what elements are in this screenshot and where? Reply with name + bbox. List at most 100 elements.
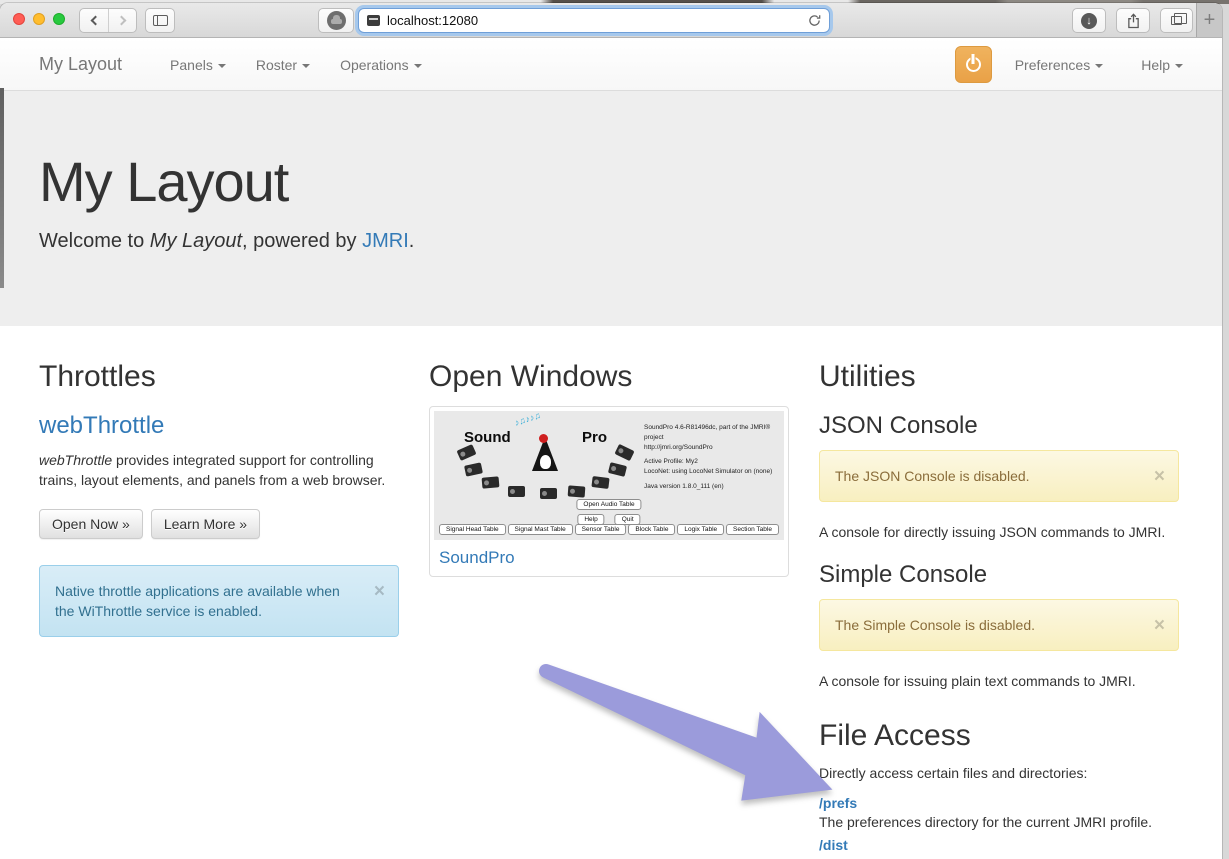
site-favicon <box>367 15 380 26</box>
speaker-icon <box>568 485 586 497</box>
background-window-edge <box>0 88 4 288</box>
close-icon[interactable]: × <box>1154 612 1165 640</box>
speaker-icon <box>608 462 627 477</box>
chevron-down-icon <box>1095 64 1103 68</box>
content-columns: Throttles webThrottle webThrottle provid… <box>24 326 1198 859</box>
speaker-icon <box>540 488 557 499</box>
download-icon: ↓ <box>1081 13 1097 29</box>
thumb-logix-table-button: Logix Table <box>677 524 724 535</box>
nav-item-operations[interactable]: Operations <box>325 57 436 73</box>
power-icon <box>966 57 981 72</box>
close-icon[interactable]: × <box>1154 463 1165 491</box>
content-blocker-extension-button[interactable] <box>318 8 354 33</box>
minimize-window-button[interactable] <box>33 13 45 25</box>
file-access-heading: File Access <box>819 719 1179 753</box>
zoom-window-button[interactable] <box>53 13 65 25</box>
navbar-right-menu: Preferences Help <box>955 46 1198 83</box>
back-button[interactable] <box>80 9 108 32</box>
soundpro-logo: ♪♫♪♪♫ Sound Pro <box>456 417 636 501</box>
thumb-open-audio-table-button: Open Audio Table <box>576 499 641 510</box>
prefs-link[interactable]: /prefs <box>819 795 1179 811</box>
utilities-heading: Utilities <box>819 360 1179 394</box>
new-tab-button[interactable]: + <box>1196 3 1222 37</box>
speaker-icon <box>456 444 476 461</box>
speaker-icon <box>614 444 634 461</box>
music-notes-icon: ♪♫♪♪♫ <box>513 411 542 428</box>
chevron-left-icon <box>91 16 101 26</box>
open-windows-column: Open Windows ♪♫♪♪♫ Sound Pro <box>414 360 804 859</box>
thumb-signal-head-table-button: Signal Head Table <box>439 524 506 535</box>
open-windows-heading: Open Windows <box>429 360 789 394</box>
show-all-tabs-button[interactable] <box>1160 8 1193 33</box>
speaker-icon <box>508 486 525 497</box>
json-console-description: A console for directly issuing JSON comm… <box>819 522 1179 542</box>
nav-item-panels[interactable]: Panels <box>155 57 241 73</box>
speaker-icon <box>482 476 500 488</box>
soundpro-link[interactable]: SoundPro <box>439 548 515 567</box>
navbar-left-menu: Panels Roster Operations <box>155 57 437 73</box>
simple-console-description: A console for issuing plain text command… <box>819 671 1179 691</box>
power-button[interactable] <box>955 46 992 83</box>
chevron-down-icon <box>1175 64 1183 68</box>
share-button[interactable] <box>1116 8 1150 33</box>
close-window-button[interactable] <box>13 13 25 25</box>
throttles-column: Throttles webThrottle webThrottle provid… <box>24 360 414 859</box>
page-title: My Layout <box>39 149 1222 214</box>
speaker-icon <box>464 462 483 476</box>
json-console-heading: JSON Console <box>819 412 1179 440</box>
utilities-column: Utilities JSON Console The JSON Console … <box>804 360 1194 859</box>
safari-window: localhost:12080 ↓ + My Layout <box>0 3 1222 859</box>
thumb-block-table-button: Block Table <box>628 524 675 535</box>
simple-console-heading: Simple Console <box>819 561 1179 589</box>
thumb-section-table-button: Section Table <box>726 524 779 535</box>
dist-description: The JMRI application installation direct… <box>819 854 1179 859</box>
withrottle-info-alert: Native throttle applications are availab… <box>39 565 399 638</box>
soundpro-info-text: SoundPro 4.6-R81496dc, part of the JMRI®… <box>644 423 784 492</box>
soundpro-window-screenshot: ♪♫♪♪♫ Sound Pro <box>434 411 784 540</box>
address-bar[interactable]: localhost:12080 <box>358 8 830 33</box>
chevron-down-icon <box>302 64 310 68</box>
throttle-buttons: Open Now » Learn More » <box>39 509 399 539</box>
file-access-intro: Directly access certain files and direct… <box>819 763 1179 783</box>
reload-icon[interactable] <box>808 14 821 27</box>
url-text: localhost:12080 <box>387 13 808 28</box>
thumb-sensor-table-button: Sensor Table <box>575 524 627 535</box>
browser-toolbar: localhost:12080 ↓ + <box>0 3 1222 38</box>
chevron-down-icon <box>218 64 226 68</box>
sidebar-toggle-button[interactable] <box>145 8 175 33</box>
json-console-alert: The JSON Console is disabled. × <box>819 450 1179 502</box>
jmri-link[interactable]: JMRI <box>362 230 409 252</box>
navbar-brand[interactable]: My Layout <box>24 54 137 75</box>
forward-button[interactable] <box>108 9 136 32</box>
chevron-down-icon <box>414 64 422 68</box>
plus-icon: + <box>1204 9 1216 32</box>
simple-console-alert: The Simple Console is disabled. × <box>819 599 1179 651</box>
prefs-description: The preferences directory for the curren… <box>819 812 1179 832</box>
throttles-heading: Throttles <box>39 360 399 394</box>
soundpro-thumbnail-card[interactable]: ♪♫♪♪♫ Sound Pro <box>429 406 789 577</box>
learn-more-button[interactable]: Learn More » <box>151 509 260 539</box>
webthrottle-description: webThrottle provides integrated support … <box>39 450 399 491</box>
share-icon <box>1127 13 1140 29</box>
open-now-button[interactable]: Open Now » <box>39 509 143 539</box>
thumb-table-buttons: Signal Head Table Signal Mast Table Sens… <box>439 524 779 535</box>
web-page: My Layout Panels Roster Operations <box>0 39 1222 859</box>
tabs-icon <box>1171 16 1182 25</box>
jumbotron: My Layout Welcome to My Layout, powered … <box>0 91 1222 326</box>
site-navbar: My Layout Panels Roster Operations <box>0 39 1222 91</box>
webthrottle-link[interactable]: webThrottle <box>39 412 164 439</box>
layout-name: My Layout <box>150 230 242 252</box>
nav-item-preferences[interactable]: Preferences <box>1000 57 1118 73</box>
history-nav-group <box>79 8 137 33</box>
close-icon[interactable]: × <box>374 578 385 606</box>
thumb-signal-mast-table-button: Signal Mast Table <box>508 524 573 535</box>
hand-circle-icon <box>327 11 346 30</box>
nav-item-help[interactable]: Help <box>1126 57 1198 73</box>
nav-item-roster[interactable]: Roster <box>241 57 325 73</box>
downloads-button[interactable]: ↓ <box>1072 8 1106 33</box>
chevron-right-icon <box>116 16 126 26</box>
sidebar-icon <box>153 15 168 26</box>
speaker-icon <box>591 476 609 489</box>
welcome-text: Welcome to My Layout, powered by JMRI. <box>39 230 1222 253</box>
dist-link[interactable]: /dist <box>819 837 1179 853</box>
